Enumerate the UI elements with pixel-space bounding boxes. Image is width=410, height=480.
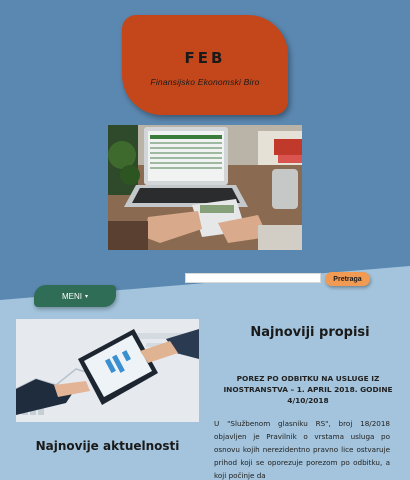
site-logo[interactable]: FEB Finansijsko Ekonomski Biro bbox=[122, 15, 288, 115]
chevron-down-icon: ▾ bbox=[84, 293, 88, 300]
news-image[interactable] bbox=[16, 319, 199, 422]
search-input[interactable] bbox=[185, 273, 321, 283]
logo-title: FEB bbox=[184, 49, 226, 67]
latest-news-heading: Najnovije aktuelnosti bbox=[35, 439, 180, 453]
article-excerpt: U "Službenom glasniku RS", broj 18/2018 … bbox=[214, 419, 390, 480]
logo-subtitle: Finansijsko Ekonomski Biro bbox=[150, 77, 260, 87]
menu-button[interactable]: MENI ▾ bbox=[34, 285, 116, 307]
menu-label: MENI bbox=[61, 291, 82, 301]
hero-image bbox=[108, 125, 302, 250]
search-button[interactable]: Pretraga bbox=[325, 272, 370, 286]
latest-regulations-heading: Najnoviji propisi bbox=[250, 325, 370, 340]
article-title-link[interactable]: POREZ PO ODBITKU NA USLUGE IZ INOSTRANST… bbox=[214, 373, 402, 406]
